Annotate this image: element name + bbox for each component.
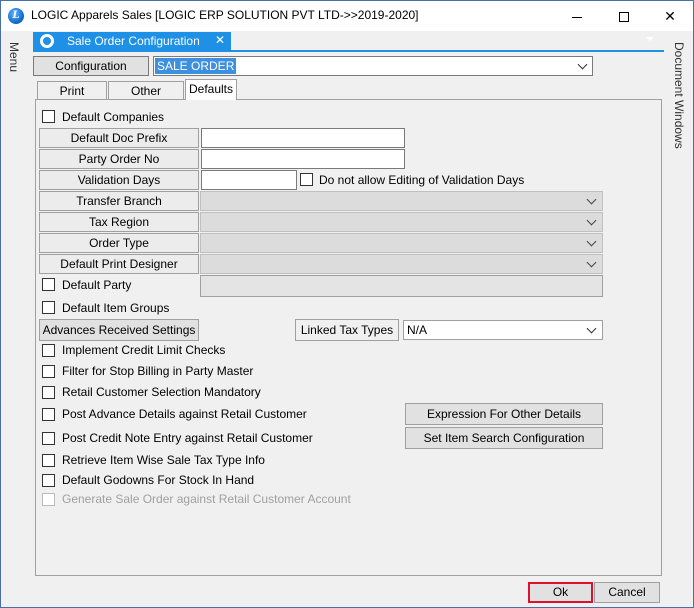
app-window: L LOGIC Apparels Sales [LOGIC ERP SOLUTI… bbox=[0, 0, 694, 608]
chevron-down-icon bbox=[586, 215, 597, 226]
doc-prefix-label: Default Doc Prefix bbox=[39, 128, 199, 148]
no-edit-validation-checkbox[interactable] bbox=[300, 173, 313, 186]
close-icon: ✕ bbox=[664, 8, 676, 24]
menu-label[interactable]: Menu bbox=[7, 42, 21, 72]
validation-days-input[interactable] bbox=[201, 170, 297, 190]
linked-tax-types-label: Linked Tax Types bbox=[295, 319, 399, 341]
order-type-label: Order Type bbox=[39, 233, 199, 253]
transfer-branch-label: Transfer Branch bbox=[39, 191, 199, 211]
default-godowns-label: Default Godowns For Stock In Hand bbox=[62, 473, 255, 487]
post-credit-note-checkbox[interactable] bbox=[42, 432, 55, 445]
linked-tax-types-value: N/A bbox=[407, 323, 428, 337]
default-party-field[interactable] bbox=[200, 275, 603, 297]
minimize-icon bbox=[572, 16, 582, 18]
chevron-down-icon bbox=[577, 59, 588, 70]
post-advance-checkbox[interactable] bbox=[42, 408, 55, 421]
chevron-down-icon bbox=[586, 194, 597, 205]
chevron-down-icon[interactable] bbox=[646, 37, 654, 41]
order-type-select[interactable] bbox=[200, 233, 603, 253]
credit-limit-label: Implement Credit Limit Checks bbox=[62, 343, 226, 357]
post-credit-note-label: Post Credit Note Entry against Retail Cu… bbox=[62, 431, 313, 445]
close-button[interactable]: ✕ bbox=[647, 1, 693, 31]
minimize-button[interactable] bbox=[554, 1, 600, 31]
tab-other-options[interactable]: Other Options bbox=[108, 81, 184, 116]
ok-button[interactable]: Ok bbox=[528, 582, 593, 603]
defaults-panel: Default Companies Default Doc Prefix Par… bbox=[35, 99, 662, 576]
retail-mandatory-label: Retail Customer Selection Mandatory bbox=[62, 385, 261, 399]
default-item-groups-checkbox[interactable] bbox=[42, 301, 55, 314]
tax-region-select[interactable] bbox=[200, 212, 603, 232]
chevron-down-icon bbox=[586, 236, 597, 247]
generate-sale-order-checkbox bbox=[42, 493, 55, 506]
party-order-no-input[interactable] bbox=[201, 149, 405, 169]
title-bar: L LOGIC Apparels Sales [LOGIC ERP SOLUTI… bbox=[1, 1, 693, 31]
main-content: Configuration SALE ORDER Print Options O… bbox=[29, 52, 667, 607]
maximize-icon bbox=[619, 12, 629, 23]
credit-limit-checkbox[interactable] bbox=[42, 344, 55, 357]
configuration-value: SALE ORDER bbox=[155, 58, 237, 74]
expression-other-details-button[interactable]: Expression For Other Details bbox=[405, 403, 603, 425]
logic-tab-icon bbox=[40, 34, 54, 48]
chevron-down-icon bbox=[586, 323, 597, 334]
tab-sale-order-configuration[interactable]: Sale Order Configuration ✕ bbox=[33, 32, 231, 51]
retail-mandatory-checkbox[interactable] bbox=[42, 386, 55, 399]
tab-close-icon[interactable]: ✕ bbox=[215, 33, 225, 47]
transfer-branch-select[interactable] bbox=[200, 191, 603, 211]
stop-billing-label: Filter for Stop Billing in Party Master bbox=[62, 364, 254, 378]
generate-sale-order-label: Generate Sale Order against Retail Custo… bbox=[62, 492, 351, 506]
document-windows-rail[interactable]: Document Windows bbox=[667, 32, 693, 607]
party-order-no-label: Party Order No bbox=[39, 149, 199, 169]
no-edit-validation-label: Do not allow Editing of Validation Days bbox=[319, 173, 525, 187]
default-party-checkbox[interactable] bbox=[42, 278, 55, 291]
cancel-button[interactable]: Cancel bbox=[594, 582, 660, 603]
configuration-select[interactable]: SALE ORDER bbox=[153, 56, 593, 76]
default-item-groups-label: Default Item Groups bbox=[62, 301, 170, 315]
tab-defaults[interactable]: Defaults bbox=[185, 79, 237, 100]
default-godowns-checkbox[interactable] bbox=[42, 474, 55, 487]
chevron-down-icon bbox=[586, 257, 597, 268]
menu-rail[interactable]: Menu bbox=[1, 32, 29, 607]
default-party-label: Default Party bbox=[62, 278, 132, 292]
validation-days-label: Validation Days bbox=[39, 170, 199, 190]
doc-tab-title: Sale Order Configuration bbox=[67, 34, 200, 48]
retrieve-tax-label: Retrieve Item Wise Sale Tax Type Info bbox=[62, 453, 265, 467]
item-search-configuration-button[interactable]: Set Item Search Configuration bbox=[405, 427, 603, 449]
maximize-button[interactable] bbox=[601, 1, 647, 31]
configuration-button[interactable]: Configuration bbox=[33, 56, 149, 76]
doc-prefix-input[interactable] bbox=[201, 128, 405, 148]
print-designer-label: Default Print Designer bbox=[39, 254, 199, 274]
stop-billing-checkbox[interactable] bbox=[42, 365, 55, 378]
tab-print-options[interactable]: Print Options bbox=[37, 81, 107, 116]
logic-app-icon: L bbox=[8, 8, 24, 24]
window-title: LOGIC Apparels Sales [LOGIC ERP SOLUTION… bbox=[31, 8, 419, 22]
tax-region-label: Tax Region bbox=[39, 212, 199, 232]
retrieve-tax-checkbox[interactable] bbox=[42, 454, 55, 467]
default-companies-checkbox[interactable] bbox=[42, 110, 55, 123]
default-companies-label: Default Companies bbox=[62, 110, 165, 124]
print-designer-select[interactable] bbox=[200, 254, 603, 274]
document-windows-label[interactable]: Document Windows bbox=[672, 42, 686, 149]
advances-received-settings-button[interactable]: Advances Received Settings bbox=[39, 319, 199, 341]
post-advance-label: Post Advance Details against Retail Cust… bbox=[62, 407, 307, 421]
linked-tax-types-select[interactable]: N/A bbox=[403, 320, 603, 340]
